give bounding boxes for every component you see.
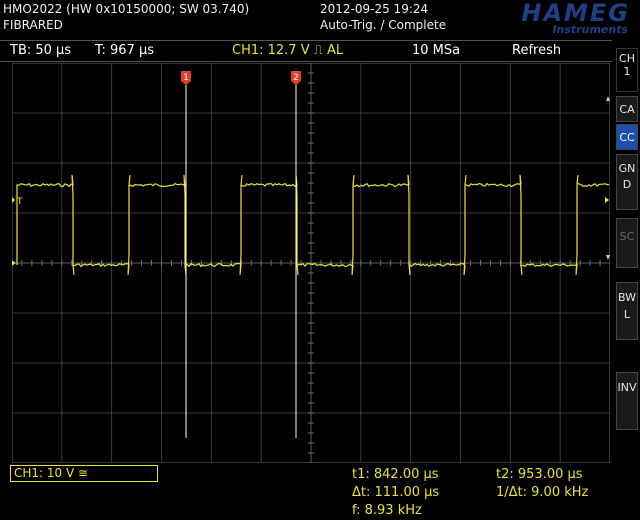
trigger-time[interactable]: T: 967 µs xyxy=(95,43,154,58)
ch1-setting-box[interactable]: CH1: 10 V ≅ xyxy=(10,465,158,482)
bwl-label: BWL xyxy=(617,291,637,321)
cursor-2-label: 2 xyxy=(293,73,299,83)
gnd-label: GND xyxy=(618,162,636,191)
ch1-setting: CH1: 10 V ≅ xyxy=(14,466,89,480)
sc-softkey[interactable]: SC xyxy=(616,218,638,268)
waveform-display[interactable]: 1 2 1 T xyxy=(12,63,610,463)
dc-coupling-softkey[interactable]: CC xyxy=(616,124,638,150)
cc-label: CC xyxy=(619,131,635,144)
gnd-softkey[interactable]: GND xyxy=(616,154,638,210)
inv-label: INV xyxy=(617,381,637,394)
logo-subtext: Instruments xyxy=(552,23,628,36)
hameg-logo: HAMEG Instruments xyxy=(452,0,632,38)
t1-readout: t1: 842.00 µs xyxy=(352,467,439,482)
ca-label: CA xyxy=(619,103,635,116)
trigger-label: T xyxy=(16,197,23,207)
bwl-softkey[interactable]: BWL xyxy=(616,282,638,340)
trigger-status: Auto-Trig. / Complete xyxy=(320,18,447,32)
delta-t-readout: Δt: 111.00 µs xyxy=(352,485,440,500)
acquisition-mode[interactable]: Refresh xyxy=(512,43,561,58)
sc-label: SC xyxy=(619,230,635,243)
datetime: 2012-09-25 19:24 xyxy=(320,2,429,16)
channel-trigger[interactable]: CH1: 12.7 V ⎍ AL xyxy=(232,43,343,58)
inv-softkey[interactable]: INV xyxy=(616,372,638,430)
channel-softkey-label: CH1 xyxy=(619,52,635,78)
frequency-readout: f: 8.93 kHz xyxy=(352,503,422,518)
ac-coupling-softkey[interactable]: CA xyxy=(616,96,638,122)
timebase[interactable]: TB: 50 µs xyxy=(10,43,71,58)
channel-softkey: CH1 xyxy=(616,48,638,92)
cursor-1-label: 1 xyxy=(183,73,189,83)
device-name: FIBRARED xyxy=(3,18,63,32)
sample-rate: 10 MSa xyxy=(412,43,461,58)
status-bar: TB: 50 µs T: 967 µs CH1: 12.7 V ⎍ AL 10 … xyxy=(0,40,612,62)
t2-readout: t2: 953.00 µs xyxy=(496,467,583,482)
inverse-delta-t-readout: 1/Δt: 9.00 kHz xyxy=(496,485,589,500)
model-info: HMO2022 (HW 0x10150000; SW 03.740) xyxy=(3,2,250,16)
